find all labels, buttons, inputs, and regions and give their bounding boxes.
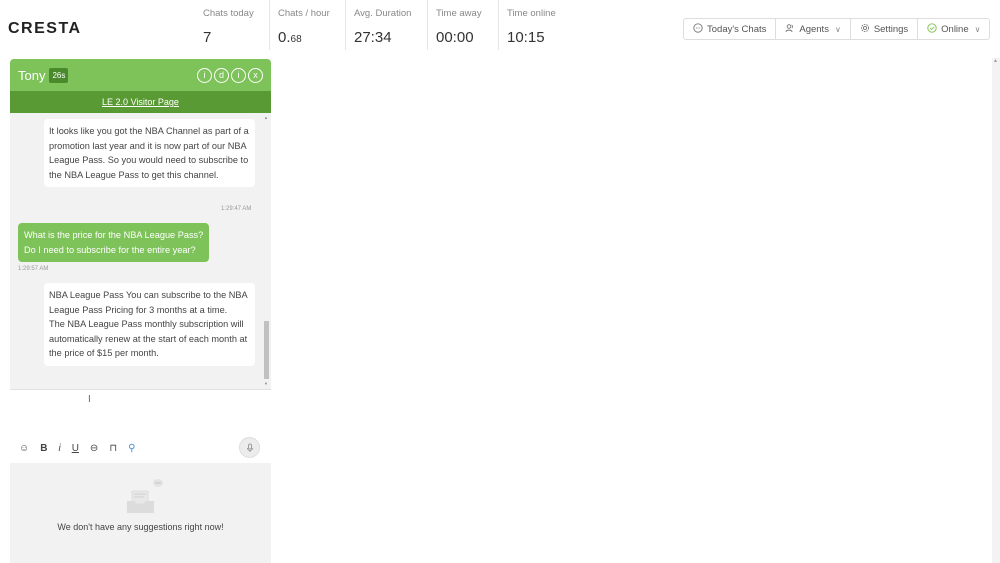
- details-icon[interactable]: i: [231, 67, 246, 83]
- message-line: The NBA League Pass monthly subscription…: [49, 319, 248, 359]
- agent-message: It looks like you got the NBA Channel as…: [44, 119, 255, 188]
- stat-time-away: Time away 00:00: [428, 0, 499, 50]
- stat-label: Chats today: [203, 8, 254, 19]
- visitor-page-link[interactable]: LE 2.0 Visitor Page: [102, 97, 179, 107]
- suggestions-panel: We don't have any suggestions right now!: [10, 463, 271, 563]
- message-composer[interactable]: I ☺ B i U ⊖ ⊓ ⚲: [10, 389, 271, 463]
- text-cursor-icon: I: [88, 394, 91, 405]
- message-text: It looks like you got the NBA Channel as…: [49, 126, 249, 180]
- chat-panel: Tony 26s i d i x LE 2.0 Visitor Page It …: [10, 59, 271, 563]
- microphone-icon[interactable]: [239, 437, 260, 458]
- stat-value-main: 0.: [278, 29, 291, 46]
- agents-label: Agents: [799, 23, 829, 35]
- empty-suggestions-icon: [126, 477, 166, 515]
- agents-dropdown[interactable]: Agents ∨: [776, 19, 851, 39]
- search-icon[interactable]: ⚲: [128, 443, 135, 454]
- top-bar: CRESTA Chats today 7 Chats / hour 0.68 A…: [0, 0, 1000, 58]
- chat-header-actions: i d i x: [197, 67, 263, 83]
- message-scrollbar[interactable]: ▲ ▼: [264, 113, 269, 389]
- composer-toolbar: ☺ B i U ⊖ ⊓ ⚲: [10, 432, 271, 464]
- chat-bubble-icon: [693, 22, 703, 36]
- chat-header: Tony 26s i d i x: [10, 59, 271, 91]
- scroll-up-icon[interactable]: ▲: [264, 115, 268, 120]
- message-line: What is the price for the NBA League Pas…: [24, 230, 204, 240]
- chat-timer-badge: 26s: [49, 67, 69, 83]
- stat-label: Avg. Duration: [354, 8, 412, 19]
- status-dropdown[interactable]: Online ∨: [918, 19, 989, 39]
- stat-chats-today: Chats today 7: [195, 0, 270, 50]
- stat-value: 27:34: [354, 29, 392, 46]
- stat-value: 0.68: [278, 29, 337, 46]
- page-scrollbar[interactable]: ▲: [992, 58, 1000, 563]
- message-list[interactable]: It looks like you got the NBA Channel as…: [10, 113, 271, 389]
- message-line: Do I need to subscribe for the entire ye…: [24, 244, 196, 255]
- stat-label: Chats / hour: [278, 8, 330, 19]
- underline-button[interactable]: U: [72, 443, 79, 454]
- stat-avg-duration: Avg. Duration 27:34: [346, 0, 428, 50]
- settings-button[interactable]: Settings: [851, 19, 919, 39]
- stat-time-online: Time online 10:15: [499, 0, 579, 50]
- chevron-down-icon: ∨: [834, 24, 841, 34]
- info-icon[interactable]: i: [197, 67, 212, 83]
- todays-chats-label: Today's Chats: [707, 23, 767, 35]
- bold-button[interactable]: B: [40, 443, 47, 454]
- transfer-icon[interactable]: d: [214, 67, 229, 83]
- visitor-page-bar: LE 2.0 Visitor Page: [10, 91, 271, 113]
- gear-icon: [860, 23, 870, 36]
- todays-chats-button[interactable]: Today's Chats: [684, 19, 777, 39]
- link-icon[interactable]: ⊖: [90, 443, 98, 454]
- scrollbar-thumb[interactable]: [264, 321, 269, 379]
- message-timestamp: 1:29:57 AM: [18, 266, 49, 272]
- scroll-up-icon[interactable]: ▲: [993, 58, 998, 64]
- check-circle-icon: [927, 22, 937, 36]
- chevron-down-icon: ∨: [974, 24, 981, 34]
- stat-value-decimal: 68: [290, 34, 302, 45]
- top-actions: Today's Chats Agents ∨ Settings Online ∨: [683, 18, 991, 40]
- scroll-down-icon[interactable]: ▼: [264, 381, 268, 386]
- stat-value: 7: [203, 29, 212, 46]
- stat-value: 10:15: [507, 29, 545, 46]
- stat-label: Time away: [436, 8, 482, 19]
- agents-icon: [785, 23, 795, 36]
- visitor-message: What is the price for the NBA League Pas…: [18, 223, 210, 263]
- message-timestamp: 1:29:47 AM: [221, 206, 252, 212]
- stat-chats-per-hour: Chats / hour 0.68: [270, 0, 346, 50]
- cresta-logo: CRESTA: [8, 20, 82, 37]
- stat-value: 00:00: [436, 29, 474, 46]
- stat-label: Time online: [507, 8, 556, 19]
- agent-message: NBA League Pass You can subscribe to the…: [44, 283, 255, 366]
- visitor-name: Tony: [18, 67, 46, 83]
- stats-bar: Chats today 7 Chats / hour 0.68 Avg. Dur…: [195, 0, 579, 52]
- close-icon[interactable]: x: [248, 67, 263, 83]
- message-line: NBA League Pass You can subscribe to the…: [49, 290, 248, 315]
- emoji-icon[interactable]: ☺: [19, 443, 29, 454]
- status-label: Online: [941, 23, 969, 35]
- italic-button[interactable]: i: [58, 443, 60, 454]
- no-suggestions-text: We don't have any suggestions right now!: [57, 522, 224, 532]
- canned-responses-icon[interactable]: ⊓: [109, 443, 117, 454]
- settings-label: Settings: [873, 23, 909, 35]
